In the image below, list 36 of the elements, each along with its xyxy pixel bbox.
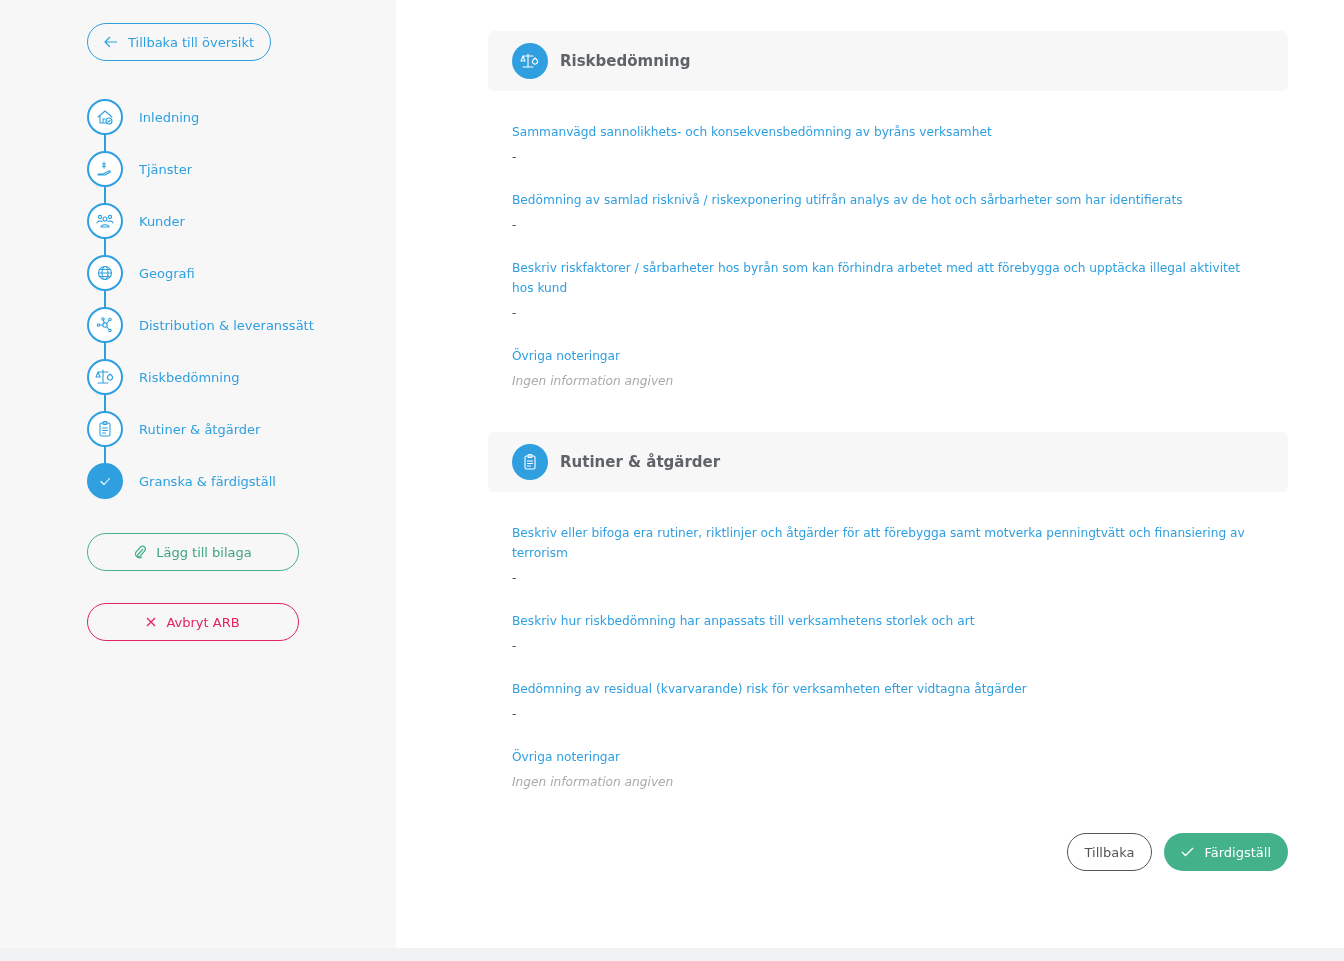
section-title: Riskbedömning bbox=[560, 52, 691, 70]
scale-icon bbox=[520, 51, 540, 71]
step-link[interactable]: Geografi bbox=[139, 265, 195, 281]
step-link[interactable]: Distribution & leveranssätt bbox=[139, 317, 314, 333]
field-label: Bedömning av samlad risknivå / riskexponering utifrån analys av de hot och sårbarheter som har identifierats bbox=[512, 192, 1184, 209]
step-link[interactable]: Riskbedömning bbox=[139, 369, 240, 385]
section-title: Rutiner & åtgärder bbox=[560, 453, 721, 471]
globe-icon bbox=[95, 263, 115, 283]
back-button[interactable]: Tillbaka bbox=[1066, 833, 1153, 871]
close-icon bbox=[146, 617, 157, 627]
field-label: Beskriv hur riskbedömning har anpassats till verksamhetens storlek och art bbox=[512, 613, 976, 630]
field-value: - bbox=[512, 149, 518, 166]
finish-button[interactable]: Färdigställ bbox=[1164, 833, 1288, 871]
scale-icon bbox=[95, 367, 115, 387]
field-value: Ingen information angiven bbox=[512, 373, 675, 390]
step-link[interactable]: Kunder bbox=[139, 213, 185, 229]
field-label: Övriga noteringar bbox=[512, 347, 622, 365]
field-value: - bbox=[512, 305, 518, 322]
field-label: Bedömning av residual (kvarvarande) risk för verksamheten efter vidtagna åtgärder bbox=[512, 681, 1028, 698]
arrow-left-icon bbox=[104, 36, 118, 48]
check-icon bbox=[1181, 847, 1195, 857]
step-link[interactable]: Inledning bbox=[139, 109, 200, 125]
field-value: - bbox=[512, 570, 518, 587]
field-label: Övriga noteringar bbox=[512, 748, 622, 766]
field-value: - bbox=[512, 706, 518, 723]
step-link[interactable]: Rutiner & åtgärder bbox=[139, 421, 261, 437]
field-value: - bbox=[512, 217, 518, 234]
paperclip-icon bbox=[134, 545, 147, 559]
field-label: Beskriv eller bifoga era rutiner, riktlinjer och åtgärder för att förebygga samt motverka penningtvätt och finansiering av terrorism bbox=[512, 525, 1246, 562]
step-link[interactable]: Granska & färdigställ bbox=[139, 473, 276, 489]
step-link[interactable]: Tjänster bbox=[139, 161, 192, 177]
field-value: Ingen information angiven bbox=[512, 774, 675, 791]
network-icon bbox=[95, 315, 115, 335]
field-label: Sammanvägd sannolikhets- och konsekvensbedömning av byråns verksamhet bbox=[512, 124, 993, 141]
field-value: - bbox=[512, 638, 518, 655]
field-label: Beskriv riskfaktorer / sårbarheter hos byrån som kan förhindra arbetet med att förebygga och upptäcka illegal aktivitet hos kund bbox=[512, 260, 1242, 297]
